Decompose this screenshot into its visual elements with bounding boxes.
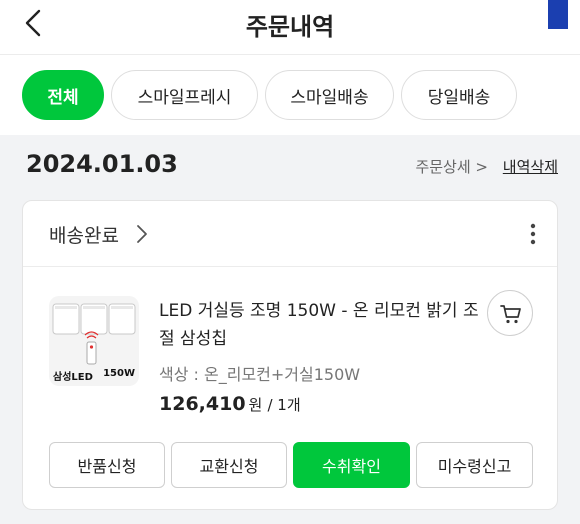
price-unit: 원	[248, 396, 263, 414]
order-date-row: 2024.01.03 주문상세 > 내역삭제	[0, 135, 580, 195]
tab-all[interactable]: 전체	[22, 70, 104, 120]
order-detail-link[interactable]: 주문상세 >	[415, 156, 488, 177]
page-title: 주문내역	[245, 13, 335, 41]
cart-icon	[500, 305, 521, 324]
delivery-status[interactable]: 배송완료	[49, 221, 119, 248]
add-to-cart-button[interactable]	[487, 290, 533, 336]
return-request-button[interactable]: 반품신청	[49, 442, 165, 488]
exchange-request-button[interactable]: 교환신청	[171, 442, 287, 488]
product-name[interactable]: LED 거실등 조명 150W - 온 리모컨 밝기 조절 삼성칩	[159, 297, 481, 353]
card-header: 배송완료	[23, 201, 557, 267]
confirm-receipt-button[interactable]: 수취확인	[293, 442, 410, 488]
filter-tabs: 전체 스마일프레시 스마일배송 당일배송	[0, 55, 580, 135]
report-not-received-button[interactable]: 미수령신고	[416, 442, 533, 488]
thumbnail-wattage-badge: 150W	[103, 368, 135, 379]
tab-smile-delivery[interactable]: 스마일배송	[265, 70, 394, 120]
order-card: 배송완료 삼성LED 150W LED 거실등 조명 150W - 온 리모컨 …	[22, 200, 558, 510]
more-options-icon[interactable]	[523, 221, 543, 247]
order-date: 2024.01.03	[26, 150, 178, 178]
delete-history-link[interactable]: 내역삭제	[503, 156, 558, 177]
app-header: 주문내역	[0, 0, 580, 54]
product-quantity: / 1개	[267, 396, 301, 414]
tab-smile-fresh[interactable]: 스마일프레시	[111, 70, 258, 120]
tab-same-day[interactable]: 당일배송	[401, 70, 517, 120]
chevron-right-icon[interactable]	[135, 223, 149, 245]
corner-mark	[548, 0, 568, 29]
product-price: 126,410	[159, 393, 246, 415]
product-thumbnail[interactable]: 삼성LED 150W	[49, 296, 139, 386]
price-row: 126,410 원 / 1개	[159, 393, 301, 415]
product-option: 색상 : 온_리모컨+거실150W	[159, 365, 361, 384]
thumbnail-brand-label: 삼성LED	[53, 372, 93, 383]
